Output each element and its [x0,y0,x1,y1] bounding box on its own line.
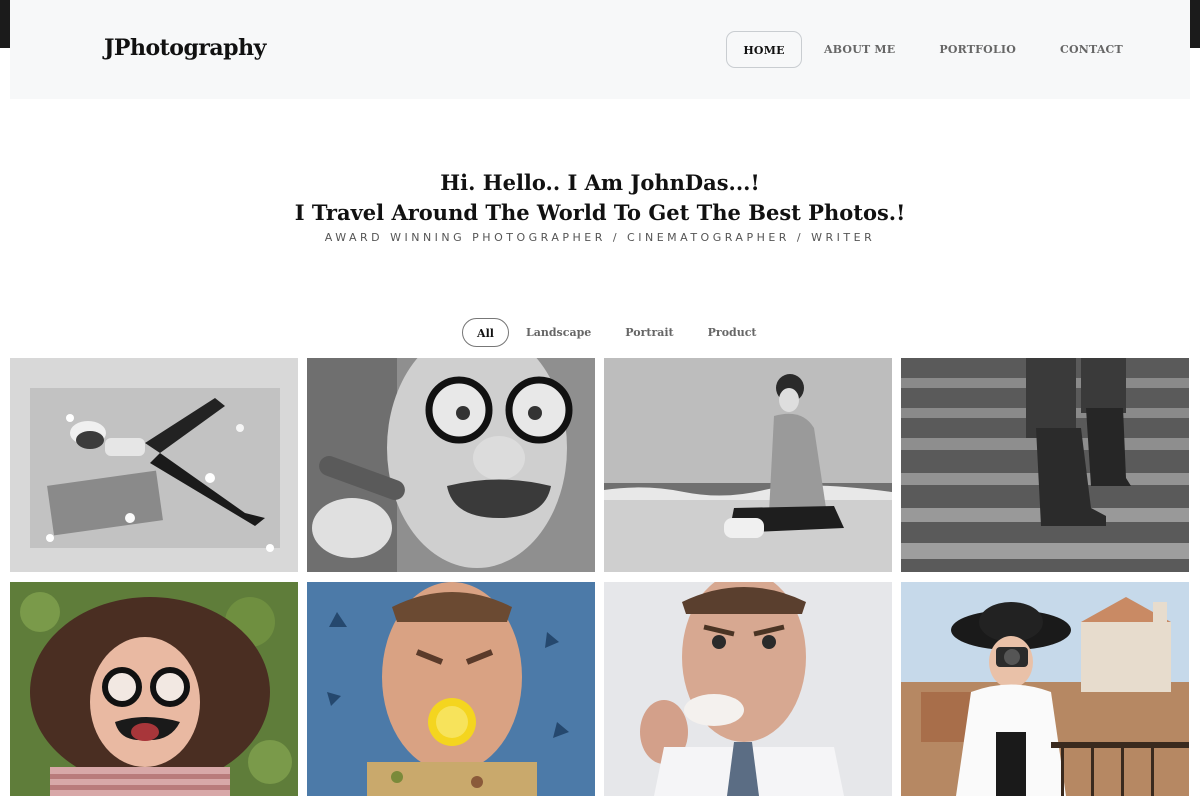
filter-portrait[interactable]: Portrait [608,318,690,347]
photo-woman-on-grass-image [10,582,298,796]
site-logo[interactable]: JPhotography [104,35,266,61]
photo-boots-on-stairs-image [901,358,1189,572]
main-nav: HOME ABOUT ME PORTFOLIO CONTACT [726,31,1145,68]
nav-contact[interactable]: CONTACT [1038,31,1145,68]
gallery-photo-woman-with-camera[interactable] [901,582,1189,796]
hero-section: Hi. Hello.. I Am JohnDas...! I Travel Ar… [0,168,1200,244]
gallery-photo-woman-in-leaves[interactable] [10,358,298,572]
hero-subtitle: AWARD WINNING PHOTOGRAPHER / CINEMATOGRA… [324,231,876,244]
gallery-photo-woman-on-beach[interactable] [604,358,892,572]
nav-home[interactable]: HOME [726,31,802,68]
photo-woman-with-camera-image [901,582,1189,796]
gallery-photo-boots-on-stairs[interactable] [901,358,1189,572]
hero-greeting: Hi. Hello.. I Am JohnDas...! [440,170,760,195]
photo-man-eating-cake-image [604,582,892,796]
gallery-photo-man-eating-cake[interactable] [604,582,892,796]
photo-man-with-glasses-image [307,358,595,572]
filter-all[interactable]: All [462,318,509,347]
filter-landscape[interactable]: Landscape [509,318,608,347]
photo-gallery [10,358,1191,796]
nav-about-me[interactable]: ABOUT ME [802,31,917,68]
photo-woman-on-beach-image [604,358,892,572]
gallery-filters: All Landscape Portrait Product [462,318,774,347]
hero-tagline: I Travel Around The World To Get The Bes… [294,200,906,225]
nav-portfolio[interactable]: PORTFOLIO [917,31,1038,68]
site-header: JPhotography HOME ABOUT ME PORTFOLIO CON… [10,0,1190,99]
photo-woman-in-leaves-image [10,358,298,572]
gallery-photo-woman-on-grass[interactable] [10,582,298,796]
photo-man-biting-lemon-image [307,582,595,796]
gallery-photo-man-biting-lemon[interactable] [307,582,595,796]
filter-product[interactable]: Product [691,318,774,347]
gallery-photo-man-with-glasses[interactable] [307,358,595,572]
